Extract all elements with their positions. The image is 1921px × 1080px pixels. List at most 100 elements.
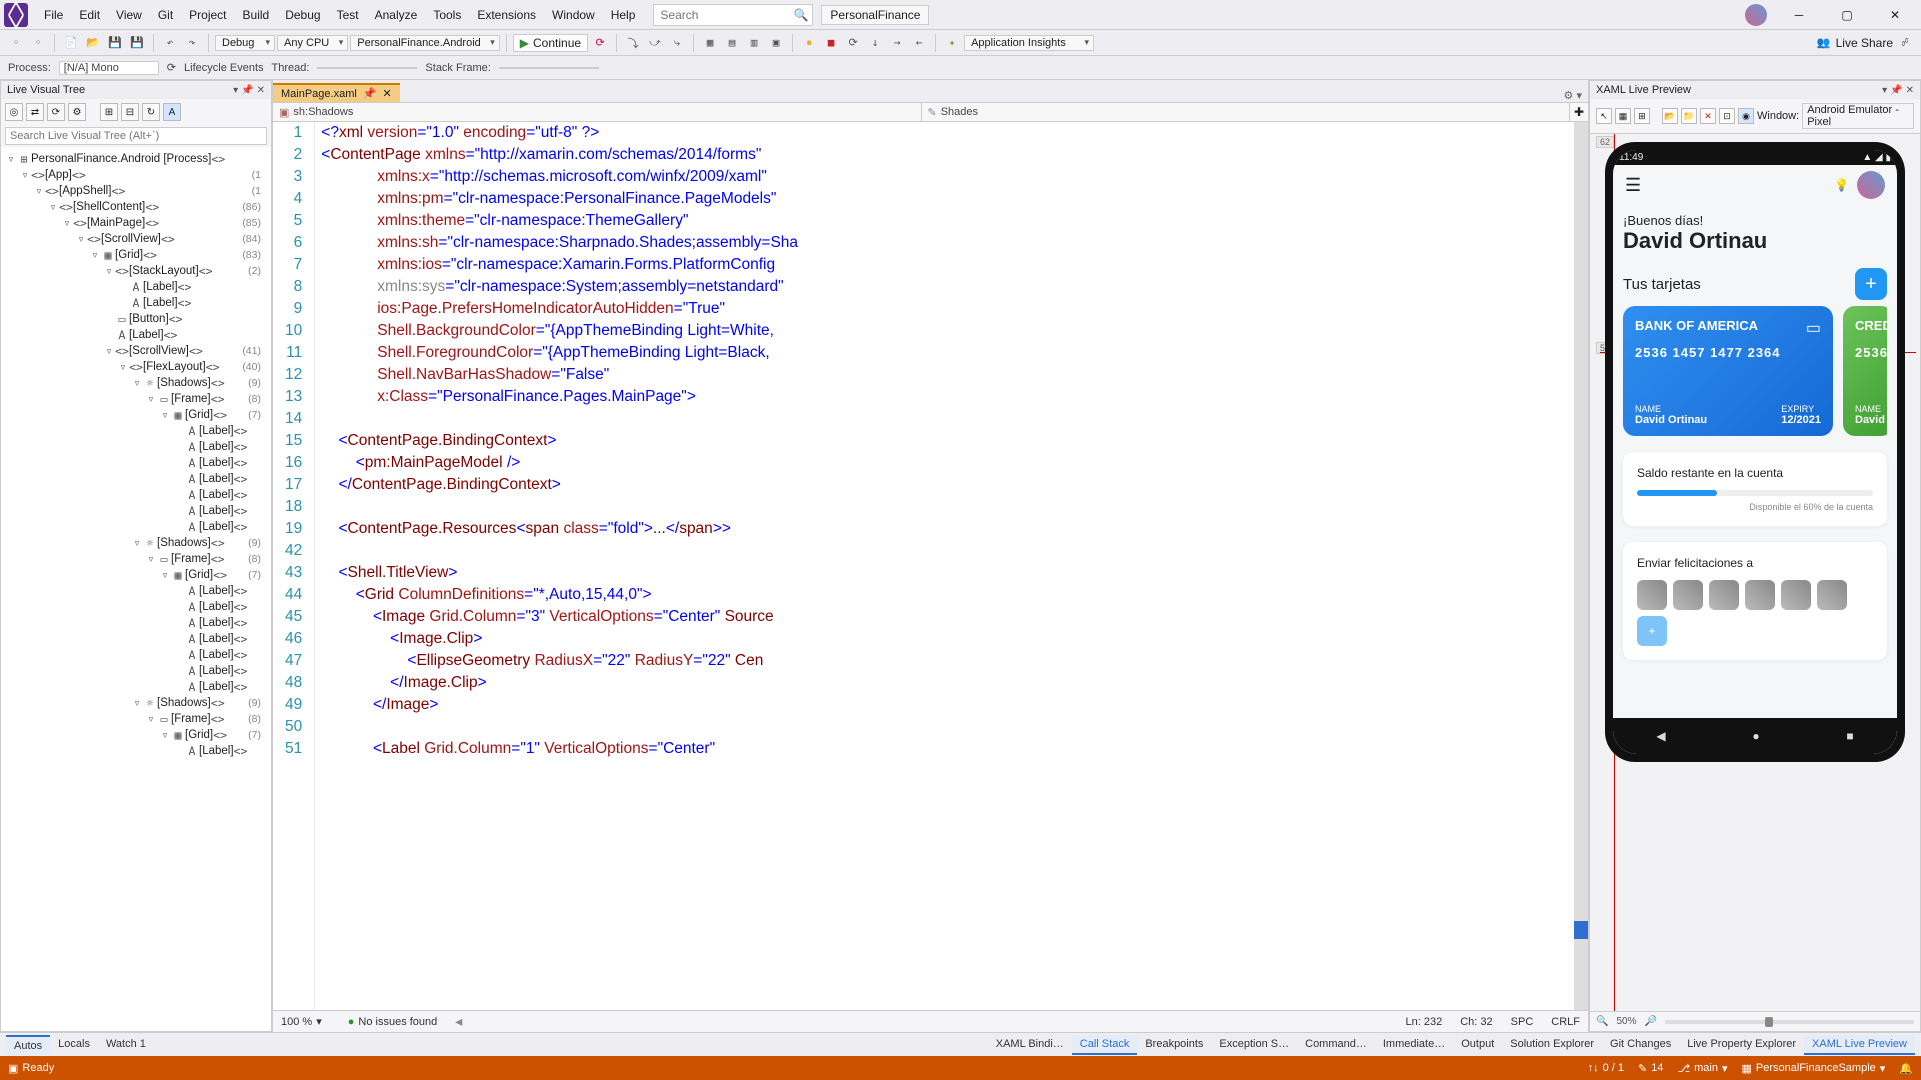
liveshare-label[interactable]: Live Share: [1836, 36, 1893, 50]
tree-node[interactable]: ▿⊞ PersonalFinance.Android [Process] <>: [1, 151, 271, 167]
tree-tool-filter-icon[interactable]: A: [163, 103, 181, 121]
tree-node[interactable]: ▿<> [App] <>(1: [1, 167, 271, 183]
tab-tools-icon[interactable]: ⚙ ▾: [1558, 89, 1588, 102]
tree-node[interactable]: A [Label] <>: [1, 631, 271, 647]
lifecycle-icon[interactable]: ⟳: [167, 61, 176, 74]
tree-tool-opt-icon[interactable]: ⚙: [68, 103, 86, 121]
thread-dropdown[interactable]: [317, 67, 417, 69]
home-icon[interactable]: ●: [1752, 729, 1759, 743]
tree-node[interactable]: ▿<> [FlexLayout] <>(40): [1, 359, 271, 375]
recents-icon[interactable]: ■: [1846, 729, 1853, 743]
status-edits[interactable]: ✎ 14: [1638, 1062, 1663, 1075]
stepover-icon[interactable]: ⤻: [645, 33, 665, 53]
dropdown-icon[interactable]: ▾: [1882, 85, 1887, 96]
menu-project[interactable]: Project: [181, 0, 234, 29]
status-repo[interactable]: ▦ PersonalFinanceSample ▾: [1742, 1062, 1886, 1075]
restart-icon[interactable]: ⟳: [843, 33, 863, 53]
tree-node[interactable]: ▿▭ [Frame] <>(8): [1, 391, 271, 407]
menu-window[interactable]: Window: [544, 0, 603, 29]
tree-node[interactable]: A [Label] <>: [1, 743, 271, 759]
bulb-icon[interactable]: 💡: [1834, 178, 1849, 192]
editor-tab[interactable]: MainPage.xaml📌✕: [273, 83, 400, 102]
pin-icon[interactable]: 📌: [1890, 85, 1902, 96]
menu-debug[interactable]: Debug: [277, 0, 328, 29]
zoom-out-icon[interactable]: 🔍: [1596, 1016, 1608, 1027]
stack-dropdown[interactable]: [499, 67, 599, 69]
bottomtab-git-changes[interactable]: Git Changes: [1602, 1035, 1679, 1055]
bottomtab-immediate-[interactable]: Immediate…: [1375, 1035, 1453, 1055]
spacing-indicator[interactable]: SPC: [1511, 1016, 1534, 1028]
menu-file[interactable]: File: [36, 0, 71, 29]
tree-tool-reload-icon[interactable]: ↻: [142, 103, 160, 121]
tree-node[interactable]: ▿▦ [Grid] <>(7): [1, 407, 271, 423]
stepover2-icon[interactable]: →: [887, 33, 907, 53]
menu-help[interactable]: Help: [603, 0, 644, 29]
solution-name[interactable]: PersonalFinance: [821, 5, 929, 25]
minimize-button[interactable]: ─: [1777, 3, 1821, 27]
save-icon[interactable]: 💾: [105, 33, 125, 53]
scrollbar[interactable]: [1574, 122, 1588, 1010]
open-icon[interactable]: 📂: [83, 33, 103, 53]
close-icon[interactable]: ✕: [1906, 85, 1914, 96]
tree-tool-target-icon[interactable]: ◎: [5, 103, 23, 121]
user-avatar[interactable]: [1745, 4, 1767, 26]
fwd-icon[interactable]: ◦: [28, 33, 48, 53]
bottomtab-live-property-explorer[interactable]: Live Property Explorer: [1679, 1035, 1804, 1055]
maximize-button[interactable]: ▢: [1825, 3, 1869, 27]
redo-icon[interactable]: ↷: [182, 33, 202, 53]
pv-tool7-icon[interactable]: ⊡: [1719, 108, 1735, 124]
tree-node[interactable]: ▿<> [StackLayout] <>(2): [1, 263, 271, 279]
stop-icon[interactable]: ■: [821, 33, 841, 53]
bottomtab-solution-explorer[interactable]: Solution Explorer: [1502, 1035, 1602, 1055]
tree-node[interactable]: A [Label] <>: [1, 663, 271, 679]
menu-icon[interactable]: ☰: [1625, 175, 1641, 196]
pv-tool1-icon[interactable]: ↖: [1596, 108, 1612, 124]
tree-node[interactable]: ▿<> [MainPage] <>(85): [1, 215, 271, 231]
bottomtab-xaml-live-preview[interactable]: XAML Live Preview: [1804, 1035, 1915, 1055]
pv-tool3-icon[interactable]: ⊞: [1634, 108, 1650, 124]
close-icon[interactable]: ✕: [257, 85, 265, 96]
step-icon[interactable]: ⤵: [623, 33, 643, 53]
app-insights-dropdown[interactable]: Application Insights: [964, 35, 1094, 51]
tree-node[interactable]: ▿☼ [Shadows] <>(9): [1, 695, 271, 711]
window-dropdown[interactable]: Android Emulator - Pixel: [1802, 103, 1914, 129]
tree-tool-refresh-icon[interactable]: ⟳: [47, 103, 65, 121]
phone-avatar[interactable]: [1857, 171, 1885, 199]
menu-test[interactable]: Test: [329, 0, 367, 29]
tree-tool-sync-icon[interactable]: ⇄: [26, 103, 44, 121]
pv-tool2-icon[interactable]: ▦: [1615, 108, 1631, 124]
quick-search[interactable]: 🔍: [653, 4, 813, 26]
status-notif-icon[interactable]: 🔔: [1899, 1062, 1913, 1075]
contact-avatar[interactable]: [1781, 580, 1811, 610]
tree-node[interactable]: A [Label] <>: [1, 295, 271, 311]
bottomtab-breakpoints[interactable]: Breakpoints: [1137, 1035, 1211, 1055]
tree-node[interactable]: A [Label] <>: [1, 439, 271, 455]
issues-indicator[interactable]: ●No issues found: [348, 1016, 438, 1028]
tree-search-input[interactable]: [5, 127, 267, 145]
tree-node[interactable]: A [Label] <>: [1, 455, 271, 471]
tree-node[interactable]: A [Label] <>: [1, 487, 271, 503]
pv-tool6-icon[interactable]: ✕: [1700, 108, 1716, 124]
nav-left[interactable]: ▣sh:Shadows: [273, 103, 922, 121]
pin-icon[interactable]: 📌: [363, 87, 377, 100]
tree-tool-expandall-icon[interactable]: ⊞: [100, 103, 118, 121]
tree-node[interactable]: ▿☼ [Shadows] <>(9): [1, 535, 271, 551]
close-tab-icon[interactable]: ✕: [383, 87, 392, 100]
menu-git[interactable]: Git: [150, 0, 181, 29]
add-card-button[interactable]: +: [1855, 268, 1887, 300]
tree-node[interactable]: ▿<> [ShellContent] <>(86): [1, 199, 271, 215]
bottomtab-autos[interactable]: Autos: [6, 1035, 50, 1055]
continue-button[interactable]: ▶Continue: [513, 34, 588, 52]
tree-node[interactable]: A [Label] <>: [1, 647, 271, 663]
menu-view[interactable]: View: [108, 0, 150, 29]
tree-node[interactable]: ▭ [Button] <>: [1, 311, 271, 327]
tree-node[interactable]: ▿▦ [Grid] <>(83): [1, 247, 271, 263]
ai-icon[interactable]: ✦: [942, 33, 962, 53]
layout4-icon[interactable]: ▣: [766, 33, 786, 53]
pv-tool4-icon[interactable]: 📂: [1662, 108, 1678, 124]
tree-node[interactable]: ▿☼ [Shadows] <>(9): [1, 375, 271, 391]
visual-tree[interactable]: ▿⊞ PersonalFinance.Android [Process] <>▿…: [1, 147, 271, 1031]
undo-icon[interactable]: ↶: [160, 33, 180, 53]
eol-indicator[interactable]: CRLF: [1551, 1016, 1580, 1028]
tree-node[interactable]: ▿▭ [Frame] <>(8): [1, 551, 271, 567]
